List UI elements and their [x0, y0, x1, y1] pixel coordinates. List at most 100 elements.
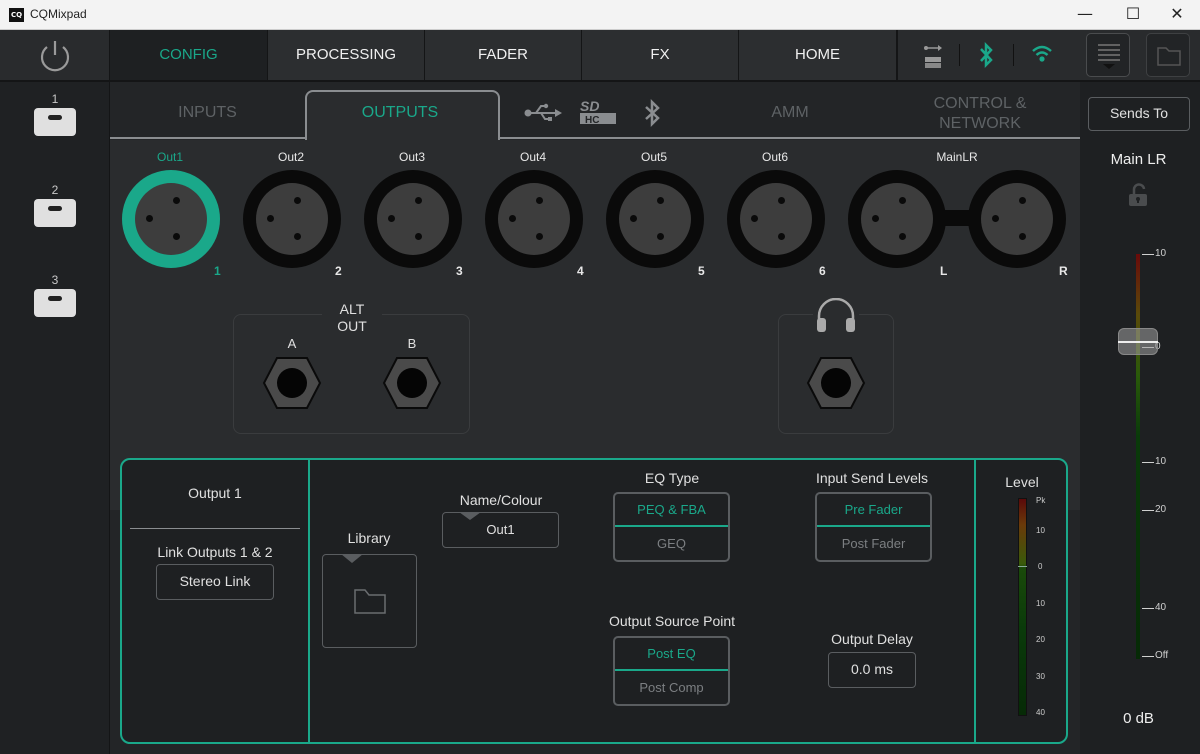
scene-chip-icon	[34, 199, 76, 227]
fader-channel-name: Main LR	[1110, 151, 1167, 168]
tab-sd-card-icon[interactable]: SD HC	[578, 98, 618, 126]
tab-fx[interactable]: FX	[582, 30, 739, 80]
alt-out-a-label: A	[282, 336, 302, 351]
output-5-connector[interactable]	[606, 170, 704, 268]
tab-outputs[interactable]: OUTPUTS	[340, 104, 460, 122]
alt-out-title: ALT OUT	[322, 301, 382, 335]
eq-type-label: EQ Type	[644, 470, 700, 486]
unlock-icon[interactable]	[1127, 183, 1149, 207]
fader-scale-label: 10	[1155, 248, 1167, 259]
tab-processing[interactable]: PROCESSING	[268, 30, 425, 80]
folder-icon	[354, 589, 386, 614]
library-dropdown-indicator	[341, 554, 363, 563]
meter-scale-20: 20	[1036, 635, 1045, 644]
out5-number: 5	[698, 264, 705, 278]
source-option-post-eq[interactable]: Post EQ	[615, 638, 728, 671]
library-label: Library	[347, 530, 391, 546]
tab-bluetooth-icon[interactable]	[642, 98, 662, 128]
tab-fader[interactable]: FADER	[425, 30, 582, 80]
tab-home[interactable]: HOME	[739, 30, 897, 80]
alt-out-line2: OUT	[337, 318, 367, 334]
tab-label-line1: CONTROL &	[933, 95, 1027, 112]
maximize-button[interactable]: ☐	[1110, 0, 1156, 30]
sends-to-button[interactable]: Sends To	[1088, 97, 1190, 131]
fader-scale-label: 20	[1155, 504, 1167, 515]
meter-scale-40: 40	[1036, 708, 1045, 717]
meter-scale-10-up: 10	[1036, 526, 1045, 535]
scene-chip-icon	[34, 289, 76, 317]
alt-out-b-label: B	[402, 336, 422, 351]
out4-number: 4	[577, 264, 584, 278]
eq-option-peq-fba[interactable]: PEQ & FBA	[615, 494, 728, 527]
power-icon	[40, 41, 70, 72]
link-outputs-label: Link Outputs 1 & 2	[157, 544, 273, 560]
name-colour-button[interactable]: Out1	[442, 512, 559, 548]
out4-label: Out4	[519, 150, 546, 164]
tab-control-network[interactable]: CONTROL & NETWORK	[910, 94, 1050, 134]
source-point-selector: Post EQ Post Comp	[613, 636, 730, 706]
meter-scale-30: 30	[1036, 672, 1045, 681]
alt-out-b-jack[interactable]	[382, 356, 442, 410]
output-1-connector[interactable]	[122, 170, 220, 268]
title-bar: CQ CQMixpad — ☐ ✕	[0, 0, 1200, 30]
library-button[interactable]	[322, 554, 417, 648]
meter-scale-0: 0	[1038, 562, 1043, 571]
alt-out-a-jack[interactable]	[262, 356, 322, 410]
svg-text:HC: HC	[585, 115, 599, 126]
output-detail-panel: Output 1 Link Outputs 1 & 2 Stereo Link …	[120, 458, 1068, 744]
outputs-panel: Out1 1 Out2 2 Out3 3 Out4 4 Out5 5 Out6 …	[110, 140, 1080, 510]
send-option-pre-fader[interactable]: Pre Fader	[817, 494, 930, 527]
alt-out-line1: ALT	[339, 301, 365, 317]
headphone-jack[interactable]	[806, 356, 866, 410]
output-6-connector[interactable]	[727, 170, 825, 268]
main-right-connector[interactable]	[968, 170, 1066, 268]
tab-config[interactable]: CONFIG	[110, 30, 268, 80]
menu-button[interactable]	[1086, 33, 1130, 77]
fader-tick	[1142, 510, 1154, 511]
scene-1-button[interactable]: 1	[34, 92, 76, 136]
output-4-connector[interactable]	[485, 170, 583, 268]
input-send-levels-label: Input Send Levels	[815, 470, 929, 486]
scene-number: 1	[51, 92, 59, 106]
out6-number: 6	[819, 264, 826, 278]
window-title: CQMixpad	[30, 7, 87, 21]
source-option-post-comp[interactable]: Post Comp	[615, 671, 728, 704]
out6-label: Out6	[761, 150, 788, 164]
fader-scale-label: 10	[1155, 456, 1167, 467]
folder-button[interactable]	[1146, 33, 1190, 77]
scene-2-button[interactable]: 2	[34, 183, 76, 227]
scene-number: 2	[51, 183, 59, 197]
tab-amm[interactable]: AMM	[750, 104, 830, 122]
close-button[interactable]: ✕	[1154, 0, 1200, 30]
scene-number: 3	[51, 273, 59, 287]
main-left-connector[interactable]	[848, 170, 946, 268]
tab-inputs[interactable]: INPUTS	[150, 104, 265, 122]
fader-tick	[1142, 254, 1154, 255]
folder-icon	[1157, 47, 1181, 66]
level-meter-bar	[1018, 498, 1027, 716]
send-option-post-fader[interactable]: Post Fader	[817, 527, 930, 560]
power-button[interactable]	[0, 30, 110, 80]
app-logo: CQ	[9, 8, 24, 22]
main-left-label: L	[940, 264, 948, 278]
config-subtabs: INPUTS OUTPUTS SD HC AMM CONTROL & NETWO…	[110, 82, 1080, 142]
name-dropdown-indicator	[459, 512, 481, 520]
out1-label: Out1	[156, 150, 183, 164]
output-2-connector[interactable]	[243, 170, 341, 268]
scene-3-button[interactable]: 3	[34, 273, 76, 317]
fader-handle-line	[1118, 341, 1158, 343]
stereo-link-button[interactable]: Stereo Link	[156, 564, 274, 600]
tab-usb-icon[interactable]	[523, 102, 563, 124]
out1-number: 1	[214, 264, 221, 278]
main-right-label: R	[1059, 264, 1068, 278]
send-levels-selector: Pre Fader Post Fader	[815, 492, 932, 562]
minimize-button[interactable]: —	[1062, 0, 1108, 30]
fader-track[interactable]	[1136, 254, 1140, 659]
fader-scale-label: 40	[1155, 602, 1167, 613]
eq-option-geq[interactable]: GEQ	[615, 527, 728, 560]
fader-handle[interactable]	[1118, 328, 1158, 355]
output-delay-field[interactable]: 0.0 ms	[828, 652, 916, 688]
fader-db-readout: 0 dB	[1123, 710, 1154, 727]
output-3-connector[interactable]	[364, 170, 462, 268]
usb-sd-icon	[924, 45, 942, 68]
